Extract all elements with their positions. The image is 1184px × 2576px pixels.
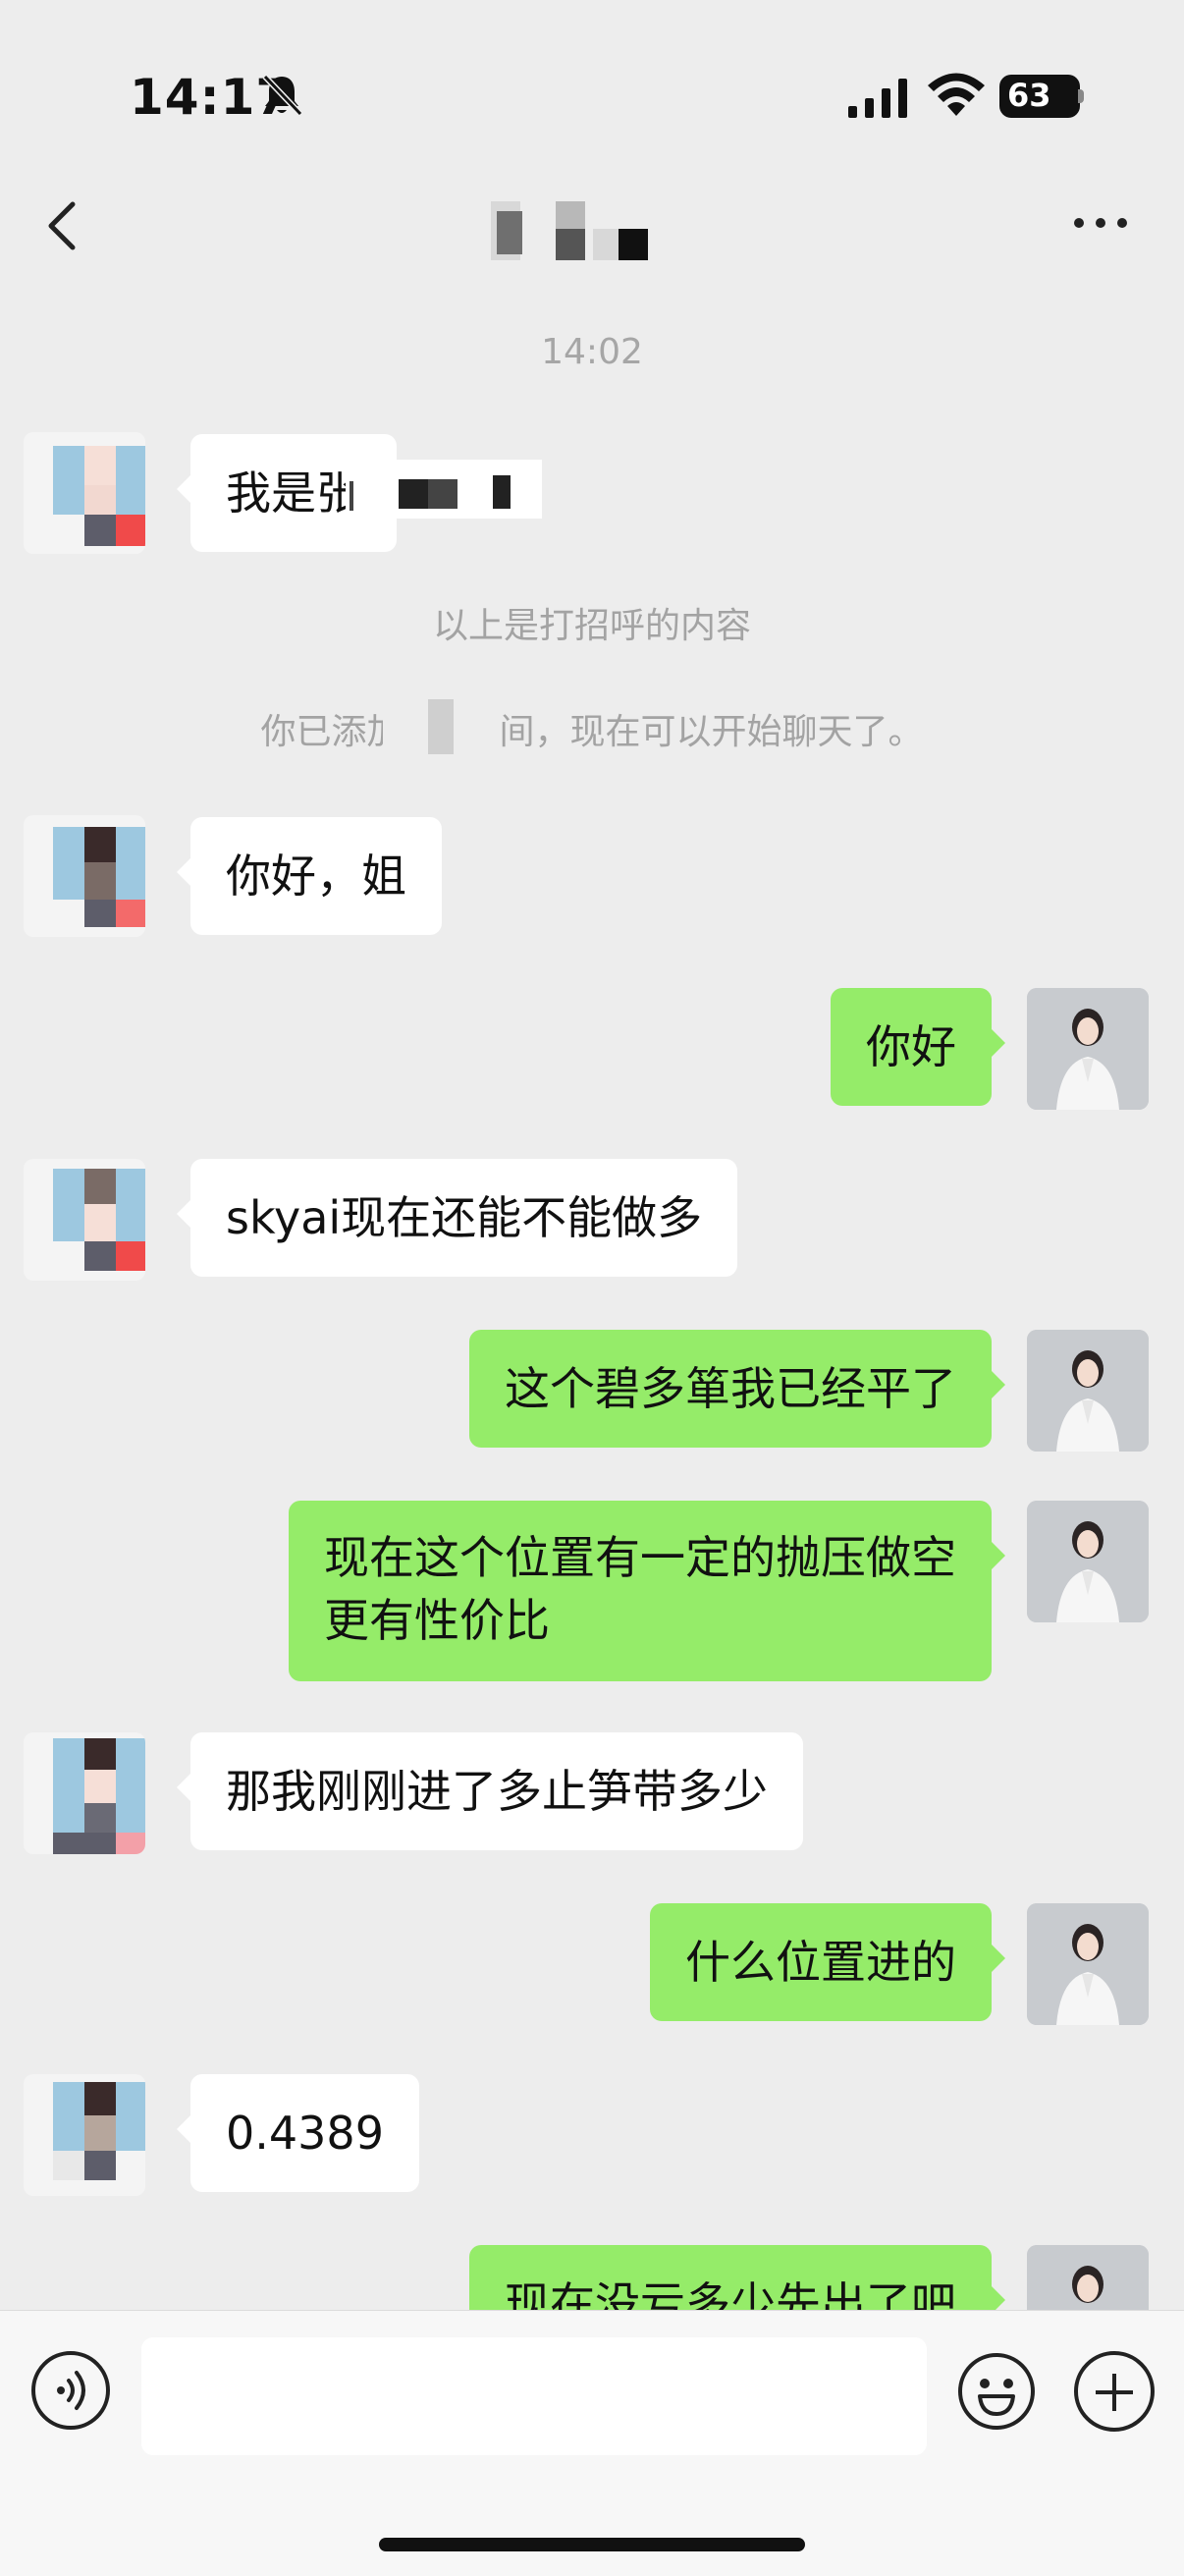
message-text: skyai现在还能不能做多 bbox=[226, 1191, 703, 1244]
message-text: 什么位置进的 bbox=[685, 1936, 956, 1989]
cellular-signal-icon bbox=[848, 79, 907, 118]
message-text: 你好 bbox=[866, 1020, 956, 1073]
user-photo-icon bbox=[1027, 988, 1149, 1110]
bell-slash-icon bbox=[262, 74, 303, 117]
battery-level: 63 bbox=[1007, 77, 1051, 114]
message-bubble-received[interactable]: 那我刚刚进了多止笋带多少 bbox=[177, 1732, 803, 1850]
message-text-line: 更有性价比 bbox=[324, 1594, 550, 1647]
message-bubble-sent[interactable]: 你好 bbox=[831, 988, 1005, 1106]
voice-icon bbox=[57, 2371, 85, 2410]
contact-avatar[interactable] bbox=[24, 432, 145, 554]
back-arrow-icon[interactable] bbox=[43, 196, 82, 255]
message-bubble-received[interactable]: 0.4389 bbox=[177, 2074, 419, 2192]
emoji-icon[interactable] bbox=[956, 2351, 1037, 2432]
system-message-added: 你已添加了 间，现在可以开始聊天了。 bbox=[260, 712, 924, 752]
system-message-greeting: 以上是打招呼的内容 bbox=[432, 606, 751, 646]
redaction-block bbox=[346, 460, 542, 519]
message-text: 0.4389 bbox=[226, 2107, 384, 2160]
message-bubble-sent[interactable]: 这个碧多箪我已经平了 bbox=[469, 1330, 1005, 1448]
voice-input-button[interactable] bbox=[31, 2351, 110, 2430]
more-options-icon[interactable] bbox=[1074, 214, 1129, 234]
message-text: 我是张 bbox=[226, 466, 361, 520]
my-avatar[interactable] bbox=[1027, 988, 1149, 1110]
contact-avatar[interactable] bbox=[24, 1159, 145, 1281]
user-photo-icon bbox=[1027, 1501, 1149, 1622]
message-text: 那我刚刚进了多止笋带多少 bbox=[226, 1765, 768, 1818]
my-avatar[interactable] bbox=[1027, 1501, 1149, 1622]
chat-timestamp: 14:02 bbox=[541, 332, 643, 372]
my-avatar[interactable] bbox=[1027, 1330, 1149, 1452]
message-text: 你好，姐 bbox=[226, 850, 406, 903]
status-bar: 14:17 63 bbox=[0, 0, 1184, 167]
contact-avatar[interactable] bbox=[24, 815, 145, 937]
home-indicator bbox=[379, 2538, 805, 2551]
message-bubble-received[interactable]: skyai现在还能不能做多 bbox=[176, 1159, 738, 1277]
chat-title-redacted bbox=[491, 201, 654, 260]
message-input[interactable] bbox=[141, 2337, 927, 2455]
message-bubble-received[interactable]: 你好，姐 bbox=[177, 817, 442, 935]
message-bubble-sent[interactable]: 什么位置进的 bbox=[650, 1903, 1005, 2021]
my-avatar[interactable] bbox=[1027, 1903, 1149, 2025]
add-attachment-button[interactable] bbox=[1074, 2351, 1155, 2432]
user-photo-icon bbox=[1027, 1903, 1149, 2025]
contact-avatar[interactable] bbox=[24, 2074, 145, 2196]
redaction-block bbox=[383, 699, 491, 754]
message-text-line: 现在这个位置有一定的抛压做空 bbox=[324, 1531, 956, 1584]
battery-indicator: 63 bbox=[999, 75, 1080, 118]
message-text: 这个碧多箪我已经平了 bbox=[505, 1362, 956, 1415]
wifi-icon bbox=[928, 73, 985, 116]
battery-cap bbox=[1078, 89, 1084, 103]
message-bubble-sent[interactable]: 现在这个位置有一定的抛压做空 更有性价比 bbox=[289, 1501, 1005, 1681]
contact-avatar[interactable] bbox=[24, 1732, 145, 1854]
user-photo-icon bbox=[1027, 1330, 1149, 1452]
